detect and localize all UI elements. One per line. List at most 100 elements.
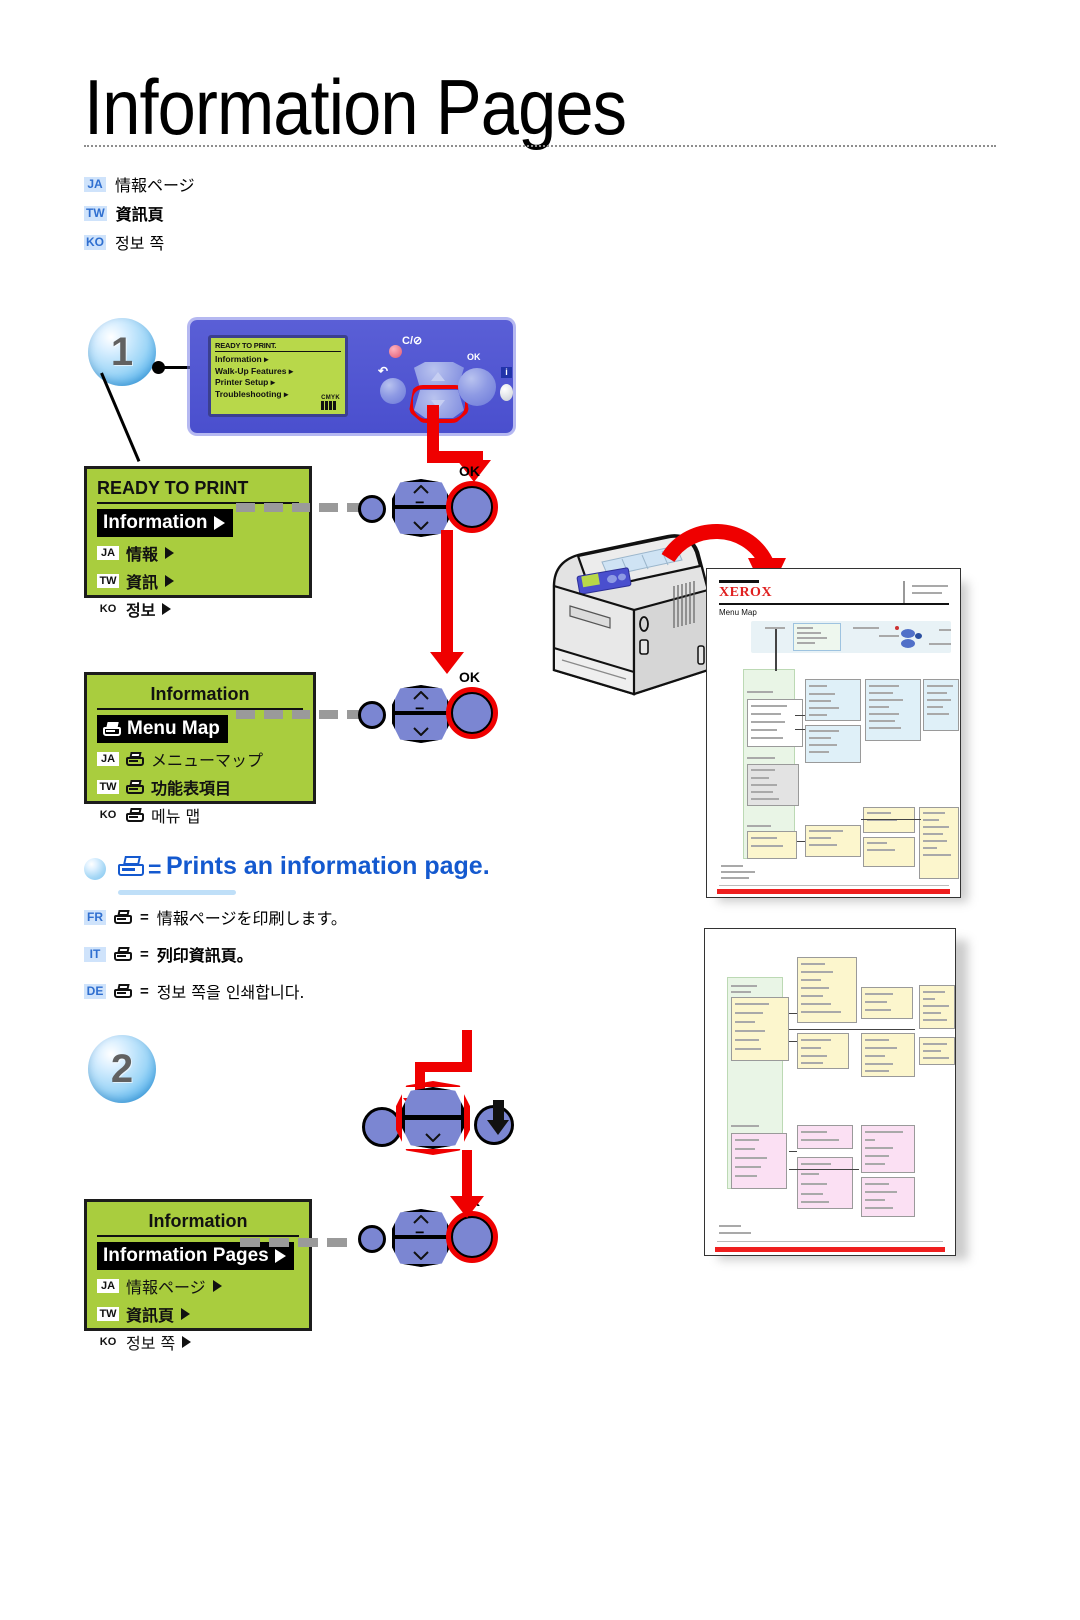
control-panel-menu-walkup[interactable]: Walk-Up Features ▸ <box>215 366 341 378</box>
lcd2-row-ko: KO 메뉴 맵 <box>97 803 303 827</box>
lang-code-ko: KO <box>84 234 106 250</box>
lcd2-lang-ja: JA <box>97 752 119 766</box>
lcd1-lang-ja: JA <box>97 546 119 560</box>
control-panel-status: READY TO PRINT. <box>215 341 341 352</box>
submenu-arrow-icon <box>165 575 175 587</box>
legend-it-text: 列印資訊頁。 <box>156 946 253 965</box>
cmyk-level-indicator: CMYK <box>321 395 340 410</box>
title-block: Information Pages JA 情報ページ TW 資訊頁 KO 정보 … <box>0 0 1080 270</box>
control-panel-menu-information[interactable]: Information ▸ <box>215 354 341 366</box>
button-cluster-step1b: = OK <box>358 669 498 745</box>
lcd2-text-ko: 메뉴 맵 <box>151 807 201 826</box>
lcd1-text-tw: 資訊 <box>126 573 159 592</box>
lcd2-lang-ko: KO <box>97 808 119 822</box>
cluster2-ok-highlight-ring <box>446 687 498 739</box>
page-title: Information Pages <box>84 63 627 151</box>
info-icon: i <box>501 367 512 378</box>
cmyk-bars <box>321 401 340 410</box>
lcd2-text-tw: 功能表項目 <box>151 779 232 798</box>
down-indicator-stem <box>493 1100 504 1122</box>
lcd3-selected-label: Information Pages <box>103 1245 269 1266</box>
control-panel-menu-printer-setup[interactable]: Printer Setup ▸ <box>215 377 341 389</box>
lcd2-row-ja: JA メニューマップ <box>97 747 303 771</box>
lcd3-lang-ko: KO <box>97 1335 119 1349</box>
print-page-icon <box>114 910 132 924</box>
scroll-up-icon <box>431 372 445 381</box>
legend-translation-de: DE = 정보 쪽을 인쇄합니다. <box>84 979 305 1003</box>
button-cluster-step1: = OK <box>358 463 498 539</box>
scroll-up-icon <box>413 691 429 700</box>
cancel-icon: C/⊘ <box>402 335 423 347</box>
lcd1-selected-item[interactable]: Information <box>97 509 233 537</box>
scroll-up-icon <box>413 485 429 494</box>
lang-text-ko: 정보 쪽 <box>115 234 165 253</box>
scroll-up-icon <box>413 1215 429 1224</box>
lcd1-row-ko: KO 정보 <box>97 597 299 621</box>
lcd1-title: READY TO PRINT <box>97 477 299 504</box>
control-panel-screen: READY TO PRINT. Information ▸ Walk-Up Fe… <box>208 335 348 417</box>
cancel-button-led <box>389 345 402 358</box>
lcd3-lang-ja: JA <box>97 1279 119 1293</box>
printed-page-menu-map: XEROX Menu Map <box>706 568 961 898</box>
legend-it-equals: = <box>140 945 149 963</box>
lcd2-title: Information <box>97 683 303 710</box>
print-page-icon <box>118 856 144 876</box>
control-panel-back-button[interactable] <box>380 378 406 404</box>
lcd-panel-information-menu-map: Information Menu Map JA メニューマップ TW 功能表項目… <box>84 672 316 826</box>
printer-control-panel: READY TO PRINT. Information ▸ Walk-Up Fe… <box>190 320 513 433</box>
legend-bullet-icon <box>84 858 106 880</box>
lcd2-text-ja: メニューマップ <box>151 751 264 770</box>
lcd3-lang-tw: TW <box>97 1307 119 1321</box>
submenu-arrow-icon <box>162 603 172 615</box>
lcd1-lang-ko: KO <box>97 602 119 616</box>
lcd3-title: Information <box>97 1210 299 1237</box>
scroll-down-icon <box>413 1251 429 1260</box>
step-number-1: 1 <box>88 318 156 386</box>
title-translation-ko: KO 정보 쪽 <box>84 230 164 254</box>
dashed-connector-2 <box>236 710 366 719</box>
cluster2-back-button[interactable] <box>358 701 386 729</box>
lcd3-text-tw: 資訊頁 <box>126 1306 175 1325</box>
printout-title: Menu Map <box>719 608 757 617</box>
legend-lang-it: IT <box>84 946 106 962</box>
submenu-arrow-icon <box>212 1280 222 1292</box>
lcd-panel-information-pages: Information Information Pages JA 情報ページ T… <box>84 1199 312 1353</box>
title-translation-tw: TW 資訊頁 <box>84 201 164 225</box>
legend-fr-equals: = <box>140 908 149 926</box>
back-arrow-icon: ↶ <box>378 364 389 378</box>
cluster4-back-button[interactable] <box>358 1225 386 1253</box>
control-panel-info-button[interactable] <box>500 384 513 401</box>
lcd1-text-ko: 정보 <box>126 601 156 620</box>
lcd2-selected-item[interactable]: Menu Map <box>97 715 228 743</box>
legend-lang-de: DE <box>84 983 106 999</box>
legend-translation-fr: FR = 情報ページを印刷します。 <box>84 905 347 929</box>
legend-equals-sign: = <box>148 856 162 882</box>
lcd1-text-ja: 情報 <box>126 545 159 564</box>
scroll-down-icon <box>425 1133 441 1142</box>
step-2-label: 2 <box>110 1047 134 1091</box>
lcd1-lang-tw: TW <box>97 574 119 588</box>
legend-de-text: 정보 쪽을 인쇄합니다. <box>156 983 305 1002</box>
cluster1-ok-highlight-ring <box>446 481 498 533</box>
control-panel-ok-button[interactable] <box>458 368 496 406</box>
flow-arrow-4-head <box>450 1196 484 1218</box>
flow-arrow-2-vertical <box>441 530 453 658</box>
lcd1-row-tw: TW 資訊 <box>97 569 299 593</box>
lcd1-row-ja: JA 情報 <box>97 541 299 565</box>
lang-code-tw: TW <box>84 205 107 221</box>
submenu-arrow-icon <box>274 1248 286 1263</box>
lcd3-row-ko: KO 정보 쪽 <box>97 1330 299 1354</box>
legend-fr-text: 情報ページを印刷します。 <box>156 909 347 928</box>
dashed-connector-3 <box>240 1238 360 1247</box>
cluster1-back-button[interactable] <box>358 495 386 523</box>
print-page-icon <box>103 721 121 736</box>
cluster1-ok-label: OK <box>459 463 480 479</box>
print-page-icon <box>126 808 144 822</box>
submenu-arrow-icon <box>165 547 175 559</box>
control-panel-ok-label: OK <box>467 352 481 362</box>
submenu-arrow-icon <box>181 1308 191 1320</box>
cluster4-equals-label: = <box>415 1227 425 1244</box>
printed-page-menu-map-2 <box>704 928 956 1256</box>
lang-text-ja: 情報ページ <box>115 176 195 195</box>
print-page-icon <box>126 752 144 766</box>
